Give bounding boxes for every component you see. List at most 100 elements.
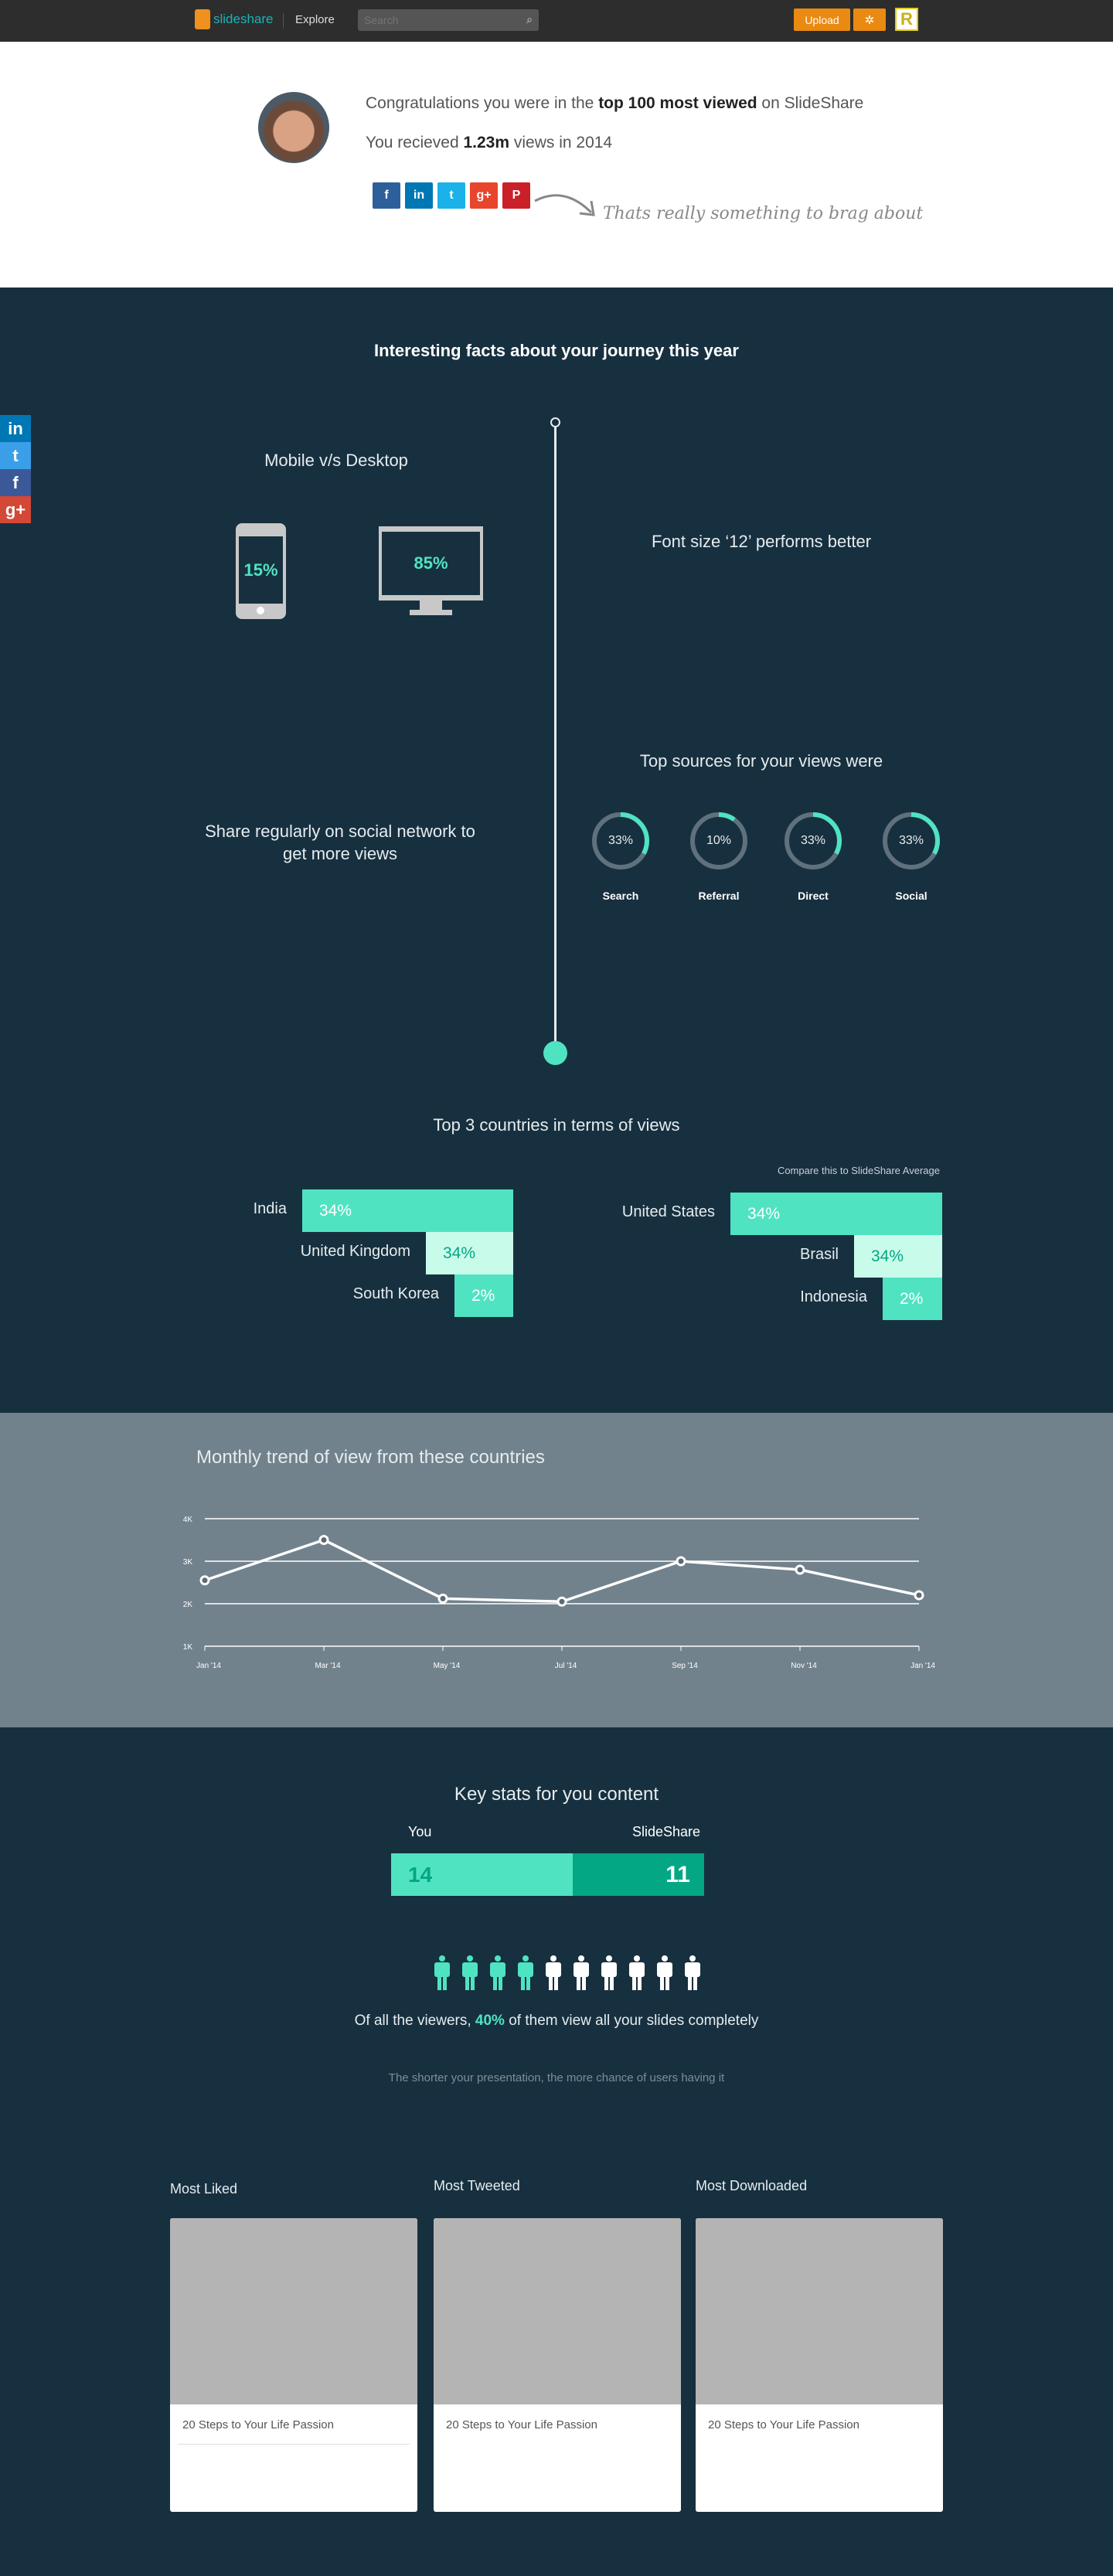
views-line: You recieved 1.23m views in 2014 bbox=[366, 134, 613, 151]
side-share-twitter[interactable]: t bbox=[0, 442, 31, 469]
presentation-thumbnail[interactable] bbox=[696, 2218, 943, 2404]
person-icon bbox=[601, 1955, 617, 1990]
countries-title: Top 3 countries in terms of views bbox=[433, 1115, 680, 1135]
country-bar: 2% bbox=[883, 1278, 942, 1320]
viewer-pictogram bbox=[434, 1955, 700, 1990]
brag-text: Thats really something to brag about bbox=[603, 204, 924, 223]
presentation-thumbnail[interactable] bbox=[170, 2218, 417, 2404]
presentation-hint: The shorter your presentation, the more … bbox=[388, 2071, 725, 2084]
person-icon bbox=[629, 1955, 645, 1990]
profile-avatar bbox=[258, 92, 329, 163]
x-tick-label: May '14 bbox=[434, 1662, 461, 1670]
user-avatar[interactable]: R bbox=[895, 8, 918, 31]
person-icon bbox=[490, 1955, 505, 1990]
google-plus-icon: g+ bbox=[5, 499, 26, 519]
country-bar: 34% bbox=[730, 1193, 942, 1235]
person-icon bbox=[574, 1955, 589, 1990]
country-percent: 34% bbox=[871, 1247, 904, 1265]
country-percent: 2% bbox=[900, 1289, 924, 1308]
search-icon[interactable]: ⌕ bbox=[526, 13, 533, 26]
x-tick-label: Jan '14 bbox=[910, 1662, 935, 1670]
x-tick-label: Sep '14 bbox=[672, 1662, 698, 1670]
divider bbox=[178, 2444, 410, 2445]
person-icon bbox=[546, 1955, 561, 1990]
key-stats-title: Key stats for you content bbox=[454, 1784, 659, 1805]
top-content-heading: Most Downloaded bbox=[696, 2178, 808, 2193]
twitter-icon: t bbox=[449, 189, 454, 202]
person-icon bbox=[685, 1955, 700, 1990]
search-box[interactable]: ⌕ bbox=[358, 9, 539, 31]
data-point bbox=[795, 1564, 805, 1575]
compare-note: Compare this to SlideShare Average bbox=[777, 1165, 940, 1176]
country-bar: 2% bbox=[454, 1274, 513, 1317]
country-bar: 34% bbox=[302, 1189, 513, 1232]
source-label: Social bbox=[895, 890, 928, 902]
desktop-percent: 85% bbox=[414, 553, 448, 573]
floating-share-bar: in t f g+ bbox=[0, 415, 31, 523]
timeline-start-dot bbox=[550, 417, 560, 427]
y-tick-label: 3K bbox=[183, 1558, 193, 1567]
explore-link[interactable]: Explore bbox=[295, 13, 335, 26]
data-point bbox=[676, 1556, 686, 1567]
country-percent: 34% bbox=[443, 1244, 476, 1262]
top-content-heading: Most Liked bbox=[170, 2181, 238, 2197]
share-buttons: f in t g+ P bbox=[373, 182, 530, 209]
presentation-title[interactable]: 20 Steps to Your Life Passion bbox=[696, 2404, 943, 2431]
share-button-pinterest[interactable]: P bbox=[502, 182, 530, 209]
person-icon bbox=[434, 1955, 450, 1990]
donut-value: 10% bbox=[706, 834, 732, 847]
x-tick-label: Jan '14 bbox=[196, 1662, 221, 1670]
data-point bbox=[437, 1593, 448, 1604]
y-tick-label: 2K bbox=[183, 1601, 193, 1609]
monthly-trend-section: Monthly trend of view from these countri… bbox=[0, 1413, 1113, 1727]
donut-value: 33% bbox=[608, 834, 634, 847]
source-label: Referral bbox=[698, 890, 740, 902]
donut-value: 33% bbox=[898, 834, 924, 847]
share-tip: Share regularly on social network to get … bbox=[205, 822, 475, 863]
country-name: South Korea bbox=[352, 1285, 439, 1302]
side-share-facebook[interactable]: f bbox=[0, 469, 31, 496]
slideshare-label: SlideShare bbox=[631, 1824, 700, 1839]
slideshare-logo[interactable]: slideshare bbox=[195, 9, 274, 29]
country-bar: 34% bbox=[854, 1235, 942, 1278]
x-tick-label: Mar '14 bbox=[315, 1662, 340, 1670]
you-label: You bbox=[408, 1824, 432, 1839]
side-share-linkedin[interactable]: in bbox=[0, 415, 31, 442]
share-button-facebook[interactable]: f bbox=[373, 182, 400, 209]
line-chart: 1K 2K 3K 4K Jan '14 Mar '14 May '14 Jul '14 Sep … bbox=[183, 1516, 936, 1670]
country-name: United Kingdom bbox=[300, 1243, 410, 1260]
logo-icon bbox=[195, 9, 210, 29]
linkedin-icon: in bbox=[413, 189, 425, 202]
presentation-card[interactable]: 20 Steps to Your Life Passion bbox=[434, 2218, 681, 2512]
upload-button[interactable]: Upload bbox=[794, 9, 850, 31]
share-button-linkedin[interactable]: in bbox=[405, 182, 433, 209]
sources-title: Top sources for your views were bbox=[639, 751, 883, 771]
series-line bbox=[204, 1538, 920, 1604]
slideshare-stat-value: 11 bbox=[665, 1861, 690, 1887]
share-button-twitter[interactable]: t bbox=[437, 182, 465, 209]
data-point bbox=[318, 1535, 329, 1545]
x-tick-label: Jul '14 bbox=[555, 1662, 577, 1670]
congrats-banner: Congratulations you were in the top 100 … bbox=[0, 42, 1113, 288]
country-name: Indonesia bbox=[800, 1288, 867, 1305]
mobile-desktop-title: Mobile v/s Desktop bbox=[264, 451, 408, 470]
you-stat-bar: 14 bbox=[391, 1853, 573, 1896]
presentation-title[interactable]: 20 Steps to Your Life Passion bbox=[170, 2404, 417, 2431]
curved-arrow-icon bbox=[534, 194, 595, 216]
twitter-icon: t bbox=[12, 445, 19, 465]
share-button-google-plus[interactable]: g+ bbox=[470, 182, 498, 209]
y-tick-label: 4K bbox=[183, 1516, 193, 1524]
facts-title: Interesting facts about your journey thi… bbox=[374, 341, 739, 360]
magic-wand-button[interactable]: ✲ bbox=[853, 9, 886, 31]
desktop-monitor-icon: 85% bbox=[379, 526, 483, 619]
side-share-google-plus[interactable]: g+ bbox=[0, 496, 31, 523]
presentation-card[interactable]: 20 Steps to Your Life Passion bbox=[170, 2218, 417, 2512]
facebook-icon: f bbox=[384, 189, 389, 202]
presentation-thumbnail[interactable] bbox=[434, 2218, 681, 2404]
search-input[interactable] bbox=[358, 9, 512, 31]
presentation-title[interactable]: 20 Steps to Your Life Passion bbox=[434, 2404, 681, 2431]
country-percent: 34% bbox=[747, 1204, 781, 1223]
presentation-card[interactable]: 20 Steps to Your Life Passion bbox=[696, 2218, 943, 2512]
timeline-line bbox=[554, 421, 556, 1051]
google-plus-icon: g+ bbox=[476, 189, 492, 202]
